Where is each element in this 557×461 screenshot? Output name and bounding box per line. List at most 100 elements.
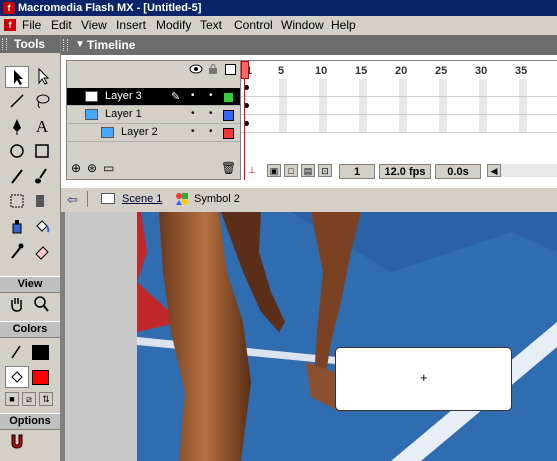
black-white-icon[interactable]: ■ (5, 392, 19, 406)
frame-number: 15 (355, 65, 368, 77)
swap-colors-icon[interactable]: ⇅ (39, 392, 53, 406)
view-section-header: View (0, 276, 60, 293)
collapse-arrow-icon[interactable]: ▼ (75, 35, 85, 55)
lock-icon[interactable] (208, 63, 218, 78)
timeline-panel: Layer 3 ✎ • • Layer 1 • • Layer 2 • • ⊕ … (61, 55, 557, 187)
menu-window[interactable]: Window (281, 18, 324, 33)
visibility-dot[interactable]: • (191, 126, 195, 137)
window-title: Macromedia Flash MX - [Untitled-5] (18, 2, 202, 14)
edit-bar: ⇦ Scene 1 Symbol 2 (61, 187, 557, 213)
outline-icon[interactable] (225, 64, 236, 75)
layer-color-swatch[interactable] (223, 92, 234, 103)
onion-skin-outlines-icon[interactable]: □ (284, 164, 298, 177)
onion-skin-icon[interactable]: ▣ (267, 164, 281, 177)
layer-row[interactable]: Layer 1 • • (67, 106, 240, 124)
layer-color-swatch[interactable] (223, 128, 234, 139)
visibility-dot[interactable]: • (191, 108, 195, 119)
fill-color-icon (5, 366, 29, 388)
rectangle-tool-icon[interactable] (30, 141, 54, 163)
brush-tool-icon[interactable] (30, 166, 54, 188)
paint-bucket-tool-icon[interactable] (30, 216, 54, 238)
scroll-left-arrow-icon[interactable]: ◀ (487, 164, 501, 177)
panel-grip-icon[interactable] (2, 38, 7, 50)
eyedropper-tool-icon[interactable] (5, 241, 29, 263)
timeline-header[interactable]: ▼ Timeline (61, 35, 557, 55)
lasso-tool-icon[interactable] (30, 91, 54, 113)
menu-control[interactable]: Control (234, 18, 273, 33)
document-icon[interactable]: f (4, 19, 16, 31)
menu-text[interactable]: Text (200, 18, 222, 33)
mask-layer-icon (85, 109, 98, 120)
tools-panel-header[interactable]: Tools (0, 35, 60, 53)
frame-row[interactable] (241, 97, 557, 115)
center-frame-icon[interactable]: ⊥ (247, 164, 257, 177)
pencil-tool-icon[interactable] (5, 166, 29, 188)
eye-icon[interactable] (189, 64, 203, 77)
symbol-breadcrumb[interactable]: Symbol 2 (194, 193, 240, 205)
insert-layer-icon[interactable]: ⊕ (71, 161, 81, 175)
stroke-color-icon (5, 341, 29, 363)
menu-edit[interactable]: Edit (51, 18, 72, 33)
divider (87, 191, 88, 207)
lock-dot[interactable]: • (209, 108, 213, 119)
no-color-icon[interactable]: ⧄ (22, 392, 36, 406)
layer-name[interactable]: Layer 2 (121, 126, 158, 138)
scene-breadcrumb[interactable]: Scene 1 (122, 193, 162, 205)
stroke-color-swatch[interactable] (32, 345, 49, 360)
layer-row[interactable]: Layer 3 ✎ • • (67, 88, 240, 106)
layers-column: Layer 3 ✎ • • Layer 1 • • Layer 2 • • ⊕ … (66, 60, 241, 180)
visibility-dot[interactable]: • (191, 90, 195, 101)
pencil-edit-icon: ✎ (171, 91, 181, 103)
menu-file[interactable]: File (22, 18, 41, 33)
elapsed-time-field: 0.0s (435, 164, 481, 179)
timeline-grip-icon[interactable] (63, 39, 68, 51)
edit-multiple-frames-icon[interactable]: ▤ (301, 164, 315, 177)
insert-folder-icon[interactable]: ▭ (103, 161, 114, 175)
playhead[interactable] (241, 61, 249, 79)
lock-dot[interactable]: • (209, 90, 213, 101)
add-guide-layer-icon[interactable]: ⊛ (87, 161, 97, 175)
stage-canvas[interactable]: + (61, 212, 557, 461)
stage-bitmap (61, 212, 557, 461)
frame-number: 20 (395, 65, 408, 77)
menu-view[interactable]: View (81, 18, 107, 33)
menu-modify[interactable]: Modify (156, 18, 191, 33)
menu-help[interactable]: Help (331, 18, 356, 33)
free-transform-tool-icon[interactable] (5, 191, 29, 213)
frame-row[interactable] (241, 79, 557, 97)
layer-color-swatch[interactable] (223, 110, 234, 121)
back-arrow-icon[interactable]: ⇦ (67, 192, 78, 208)
flash-app-icon: f (3, 2, 15, 14)
menu-insert[interactable]: Insert (116, 18, 146, 33)
frame-number: 30 (475, 65, 488, 77)
hand-tool-icon[interactable] (5, 294, 29, 316)
fill-color-swatch[interactable] (32, 370, 49, 385)
menu-bar: f File Edit View Insert Modify Text Cont… (0, 16, 557, 36)
text-tool-icon[interactable]: A (30, 116, 54, 138)
oval-tool-icon[interactable] (5, 141, 29, 163)
lock-dot[interactable]: • (209, 126, 213, 137)
zoom-tool-icon[interactable] (30, 294, 54, 316)
subselect-tool-icon[interactable] (30, 66, 54, 88)
frame-rate-field[interactable]: 12.0 fps (379, 164, 431, 179)
symbol-instance[interactable]: + (335, 347, 512, 411)
options-section-header: Options (0, 413, 60, 430)
layer-name[interactable]: Layer 3 (105, 90, 142, 102)
scene-icon (101, 193, 115, 204)
arrow-tool-icon[interactable] (5, 66, 29, 88)
magnet-snap-icon[interactable] (5, 431, 29, 453)
line-tool-icon[interactable] (5, 91, 29, 113)
fill-transform-tool-icon[interactable] (30, 191, 54, 213)
pen-tool-icon[interactable] (5, 116, 29, 138)
title-bar: f Macromedia Flash MX - [Untitled-5] (0, 0, 557, 16)
ink-bottle-tool-icon[interactable] (5, 216, 29, 238)
layer-name[interactable]: Layer 1 (105, 108, 142, 120)
eraser-tool-icon[interactable] (30, 241, 54, 263)
frame-number: 25 (435, 65, 448, 77)
timeline-hscrollbar[interactable] (501, 164, 557, 177)
modify-onion-markers-icon[interactable]: ⊡ (318, 164, 332, 177)
layer-row[interactable]: Layer 2 • • (67, 124, 240, 142)
frame-row[interactable] (241, 115, 557, 133)
frame-number: 35 (515, 65, 528, 77)
delete-layer-icon[interactable]: 🗑 (221, 161, 236, 175)
